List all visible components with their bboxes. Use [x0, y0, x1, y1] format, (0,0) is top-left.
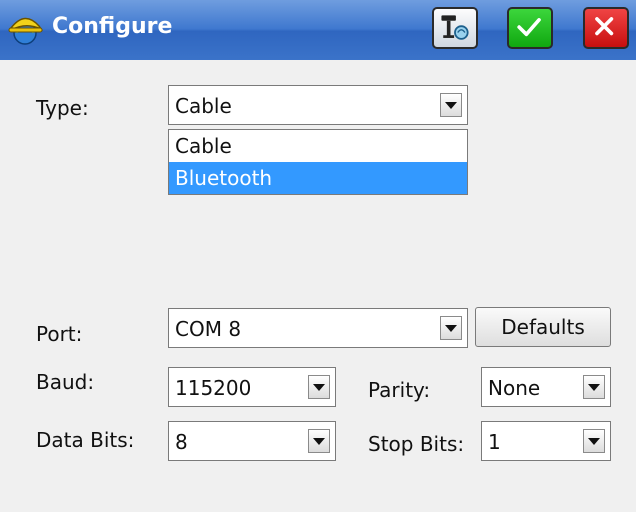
type-select[interactable]: Cable	[168, 85, 468, 125]
baud-select[interactable]: 115200	[168, 367, 336, 407]
port-select[interactable]: COM 8	[168, 308, 468, 348]
hardhat-globe-icon	[8, 17, 44, 45]
parity-select-value: None	[488, 376, 541, 400]
checkmark-icon	[517, 18, 541, 37]
stopbits-select[interactable]: 1	[481, 421, 611, 461]
defaults-button[interactable]: Defaults	[475, 307, 611, 347]
port-select-value: COM 8	[175, 317, 242, 341]
stopbits-select-value: 1	[488, 430, 501, 454]
type-option-bluetooth[interactable]: Bluetooth	[169, 162, 467, 194]
dropdown-arrow-icon[interactable]	[583, 429, 605, 453]
title-bar: Configure	[0, 0, 636, 60]
instrument-button[interactable]	[432, 7, 478, 49]
stopbits-label: Stop Bits:	[368, 432, 465, 456]
databits-select[interactable]: 8	[168, 421, 336, 461]
databits-label: Data Bits:	[36, 428, 135, 452]
configure-window: Configure Type: Cable Cable Bluetooth Po…	[0, 0, 636, 512]
port-label: Port:	[36, 322, 83, 346]
ok-button[interactable]	[507, 7, 553, 49]
parity-select[interactable]: None	[481, 367, 611, 407]
gps-receiver-icon	[441, 15, 469, 40]
dropdown-arrow-icon[interactable]	[440, 93, 462, 117]
type-select-value: Cable	[175, 94, 232, 118]
close-icon	[595, 17, 614, 36]
dropdown-arrow-icon[interactable]	[583, 375, 605, 399]
type-dropdown-list: Cable Bluetooth	[168, 129, 468, 195]
type-label: Type:	[36, 96, 89, 120]
baud-label: Baud:	[36, 370, 95, 394]
dropdown-arrow-icon[interactable]	[308, 375, 330, 399]
dropdown-arrow-icon[interactable]	[308, 429, 330, 453]
baud-select-value: 115200	[175, 376, 252, 400]
cancel-button[interactable]	[583, 7, 629, 49]
parity-label: Parity:	[368, 378, 431, 402]
databits-select-value: 8	[175, 430, 188, 454]
type-option-cable[interactable]: Cable	[169, 130, 467, 162]
dropdown-arrow-icon[interactable]	[440, 316, 462, 340]
window-title: Configure	[52, 14, 173, 39]
